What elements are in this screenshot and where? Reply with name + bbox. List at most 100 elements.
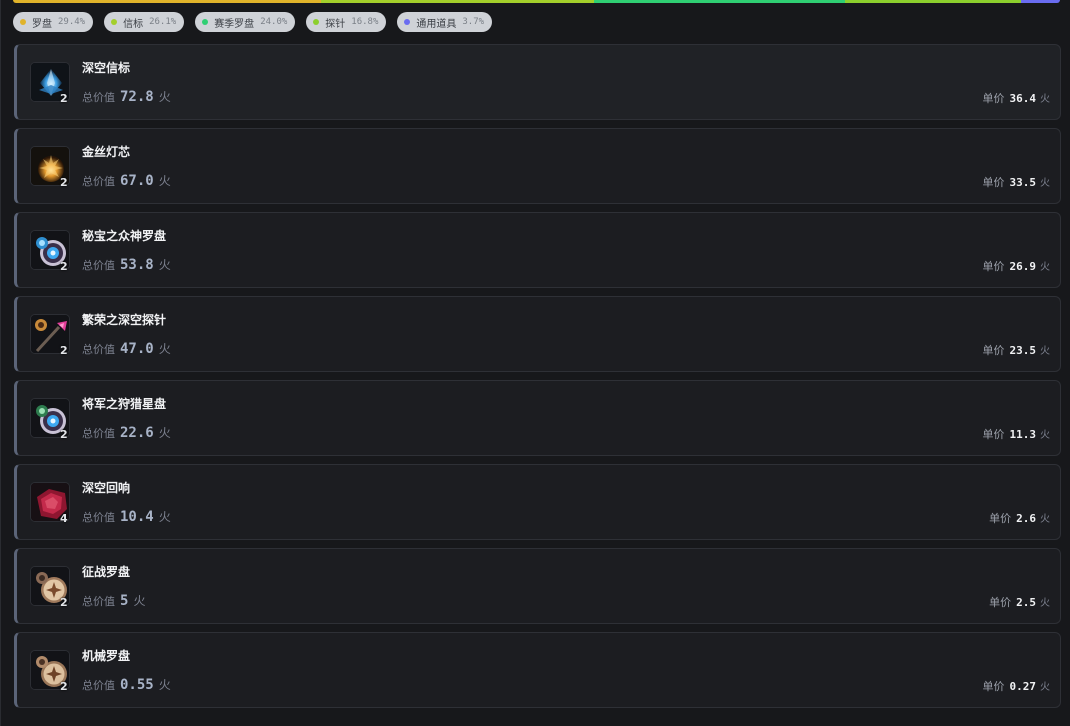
- item-name: 繁荣之深空探针: [82, 313, 167, 327]
- legend-chip-probe[interactable]: 探针 16.8%: [306, 12, 387, 32]
- item-card[interactable]: 2 秘宝之众神罗盘 总价值 53.8 火 单价 26.9 火: [14, 212, 1061, 288]
- item-quantity: 2: [60, 680, 68, 693]
- distribution-segment-season-compass: [594, 0, 846, 3]
- item-card[interactable]: 2 机械罗盘 总价值 0.55 火 单价 0.27 火: [14, 632, 1061, 708]
- item-quantity: 4: [60, 512, 68, 525]
- item-card[interactable]: 2 将军之狩猎星盘 总价值 22.6 火 单价 11.3 火: [14, 380, 1061, 456]
- item-unit-price: 单价 23.5 火: [983, 342, 1051, 358]
- total-value-amount: 0.55: [120, 677, 154, 693]
- item-quantity: 2: [60, 428, 68, 441]
- total-value-amount: 5: [120, 593, 129, 609]
- legend-chip-general-items[interactable]: 通用道具 3.7%: [397, 12, 493, 32]
- currency-label: 火: [1040, 94, 1050, 105]
- currency-label: 火: [1040, 430, 1050, 441]
- unit-price-label: 单价: [982, 344, 1005, 357]
- currency-label: 火: [1040, 262, 1050, 273]
- item-card[interactable]: 4 深空回响 总价值 10.4 火 单价 2.6 火: [14, 464, 1061, 540]
- item-quantity: 2: [60, 596, 68, 609]
- unit-price-label: 单价: [982, 176, 1005, 189]
- total-value-label: 总价值: [82, 175, 115, 188]
- item-name: 深空信标: [82, 61, 131, 75]
- item-total-value: 总价值 72.8 火: [82, 88, 171, 105]
- item-unit-price: 单价 11.3 火: [983, 426, 1051, 442]
- unit-price-amount: 11.3: [1009, 428, 1037, 441]
- legend-percent: 3.7%: [462, 17, 485, 27]
- currency-label: 火: [1040, 514, 1050, 525]
- category-distribution-bar: [13, 0, 1060, 3]
- legend-dot: [404, 19, 411, 25]
- total-value-label: 总价值: [82, 91, 115, 104]
- unit-price-amount: 0.27: [1009, 680, 1037, 693]
- item-total-value: 总价值 53.8 火: [82, 256, 171, 273]
- currency-label: 火: [1040, 598, 1050, 609]
- item-unit-price: 单价 2.5 火: [989, 594, 1050, 610]
- unit-price-label: 单价: [982, 428, 1005, 441]
- currency-label: 火: [158, 510, 171, 524]
- unit-price-label: 单价: [982, 680, 1005, 693]
- item-card[interactable]: 2 金丝灯芯 总价值 67.0 火 单价 33.5 火: [14, 128, 1061, 204]
- legend-label: 探针: [325, 18, 346, 30]
- unit-price-amount: 23.5: [1009, 344, 1037, 357]
- legend-chip-compass[interactable]: 罗盘 29.4%: [13, 12, 94, 32]
- legend-percent: 26.1%: [149, 17, 177, 27]
- currency-label: 火: [158, 342, 171, 356]
- category-legend: 罗盘 29.4% 信标 26.1% 赛季罗盘 24.0% 探针 16.8% 通用…: [13, 12, 493, 32]
- item-unit-price: 单价 33.5 火: [983, 174, 1051, 190]
- unit-price-amount: 26.9: [1009, 260, 1037, 273]
- currency-label: 火: [158, 426, 171, 440]
- item-name: 征战罗盘: [82, 565, 131, 579]
- item-quantity: 2: [60, 344, 68, 357]
- currency-label: 火: [158, 678, 171, 692]
- item-name: 金丝灯芯: [82, 145, 131, 159]
- legend-label: 罗盘: [32, 18, 52, 30]
- item-total-value: 总价值 67.0 火: [82, 172, 171, 189]
- item-quantity: 2: [60, 260, 68, 273]
- unit-price-label: 单价: [982, 260, 1005, 273]
- item-unit-price: 单价 36.4 火: [983, 90, 1051, 106]
- legend-dot: [313, 19, 320, 25]
- legend-dot: [111, 19, 118, 25]
- item-unit-price: 单价 26.9 火: [983, 258, 1051, 274]
- distribution-segment-general-items: [1021, 0, 1060, 3]
- item-card[interactable]: 2 征战罗盘 总价值 5 火 单价 2.5 火: [14, 548, 1061, 624]
- legend-dot: [202, 19, 209, 25]
- total-value-label: 总价值: [82, 259, 115, 272]
- total-value-label: 总价值: [82, 511, 115, 524]
- item-unit-price: 单价 0.27 火: [983, 678, 1051, 694]
- distribution-segment-compass: [13, 0, 321, 3]
- currency-label: 火: [1040, 682, 1050, 693]
- total-value-amount: 47.0: [120, 341, 154, 357]
- distribution-segment-beacon: [320, 0, 595, 3]
- item-total-value: 总价值 10.4 火: [82, 508, 171, 525]
- legend-chip-beacon[interactable]: 信标 26.1%: [104, 12, 185, 32]
- legend-percent: 16.8%: [351, 17, 379, 27]
- total-value-amount: 53.8: [120, 257, 154, 273]
- total-value-label: 总价值: [82, 679, 115, 692]
- total-value-label: 总价值: [82, 595, 115, 608]
- total-value-amount: 67.0: [120, 173, 154, 189]
- legend-chip-season-compass[interactable]: 赛季罗盘 24.0%: [195, 12, 296, 32]
- item-card[interactable]: 2 深空信标 总价值 72.8 火 单价 36.4 火: [14, 44, 1061, 120]
- currency-label: 火: [158, 258, 171, 272]
- total-value-amount: 22.6: [120, 425, 154, 441]
- item-name: 机械罗盘: [82, 649, 131, 663]
- unit-price-amount: 2.5: [1016, 596, 1036, 609]
- legend-percent: 24.0%: [260, 17, 288, 27]
- unit-price-amount: 2.6: [1016, 512, 1036, 525]
- item-quantity: 2: [60, 92, 68, 105]
- item-total-value: 总价值 0.55 火: [82, 676, 171, 693]
- legend-label: 信标: [123, 18, 144, 30]
- distribution-segment-probe: [845, 0, 1022, 3]
- currency-label: 火: [158, 90, 171, 104]
- unit-price-label: 单价: [989, 596, 1012, 609]
- currency-label: 火: [1040, 346, 1050, 357]
- item-card[interactable]: 2 繁荣之深空探针 总价值 47.0 火 单价 23.5 火: [14, 296, 1061, 372]
- total-value-amount: 72.8: [120, 89, 154, 105]
- total-value-label: 总价值: [82, 343, 115, 356]
- currency-label: 火: [1040, 178, 1050, 189]
- item-unit-price: 单价 2.6 火: [989, 510, 1050, 526]
- item-total-value: 总价值 47.0 火: [82, 340, 171, 357]
- item-quantity: 2: [60, 176, 68, 189]
- unit-price-amount: 33.5: [1009, 176, 1037, 189]
- unit-price-label: 单价: [989, 512, 1012, 525]
